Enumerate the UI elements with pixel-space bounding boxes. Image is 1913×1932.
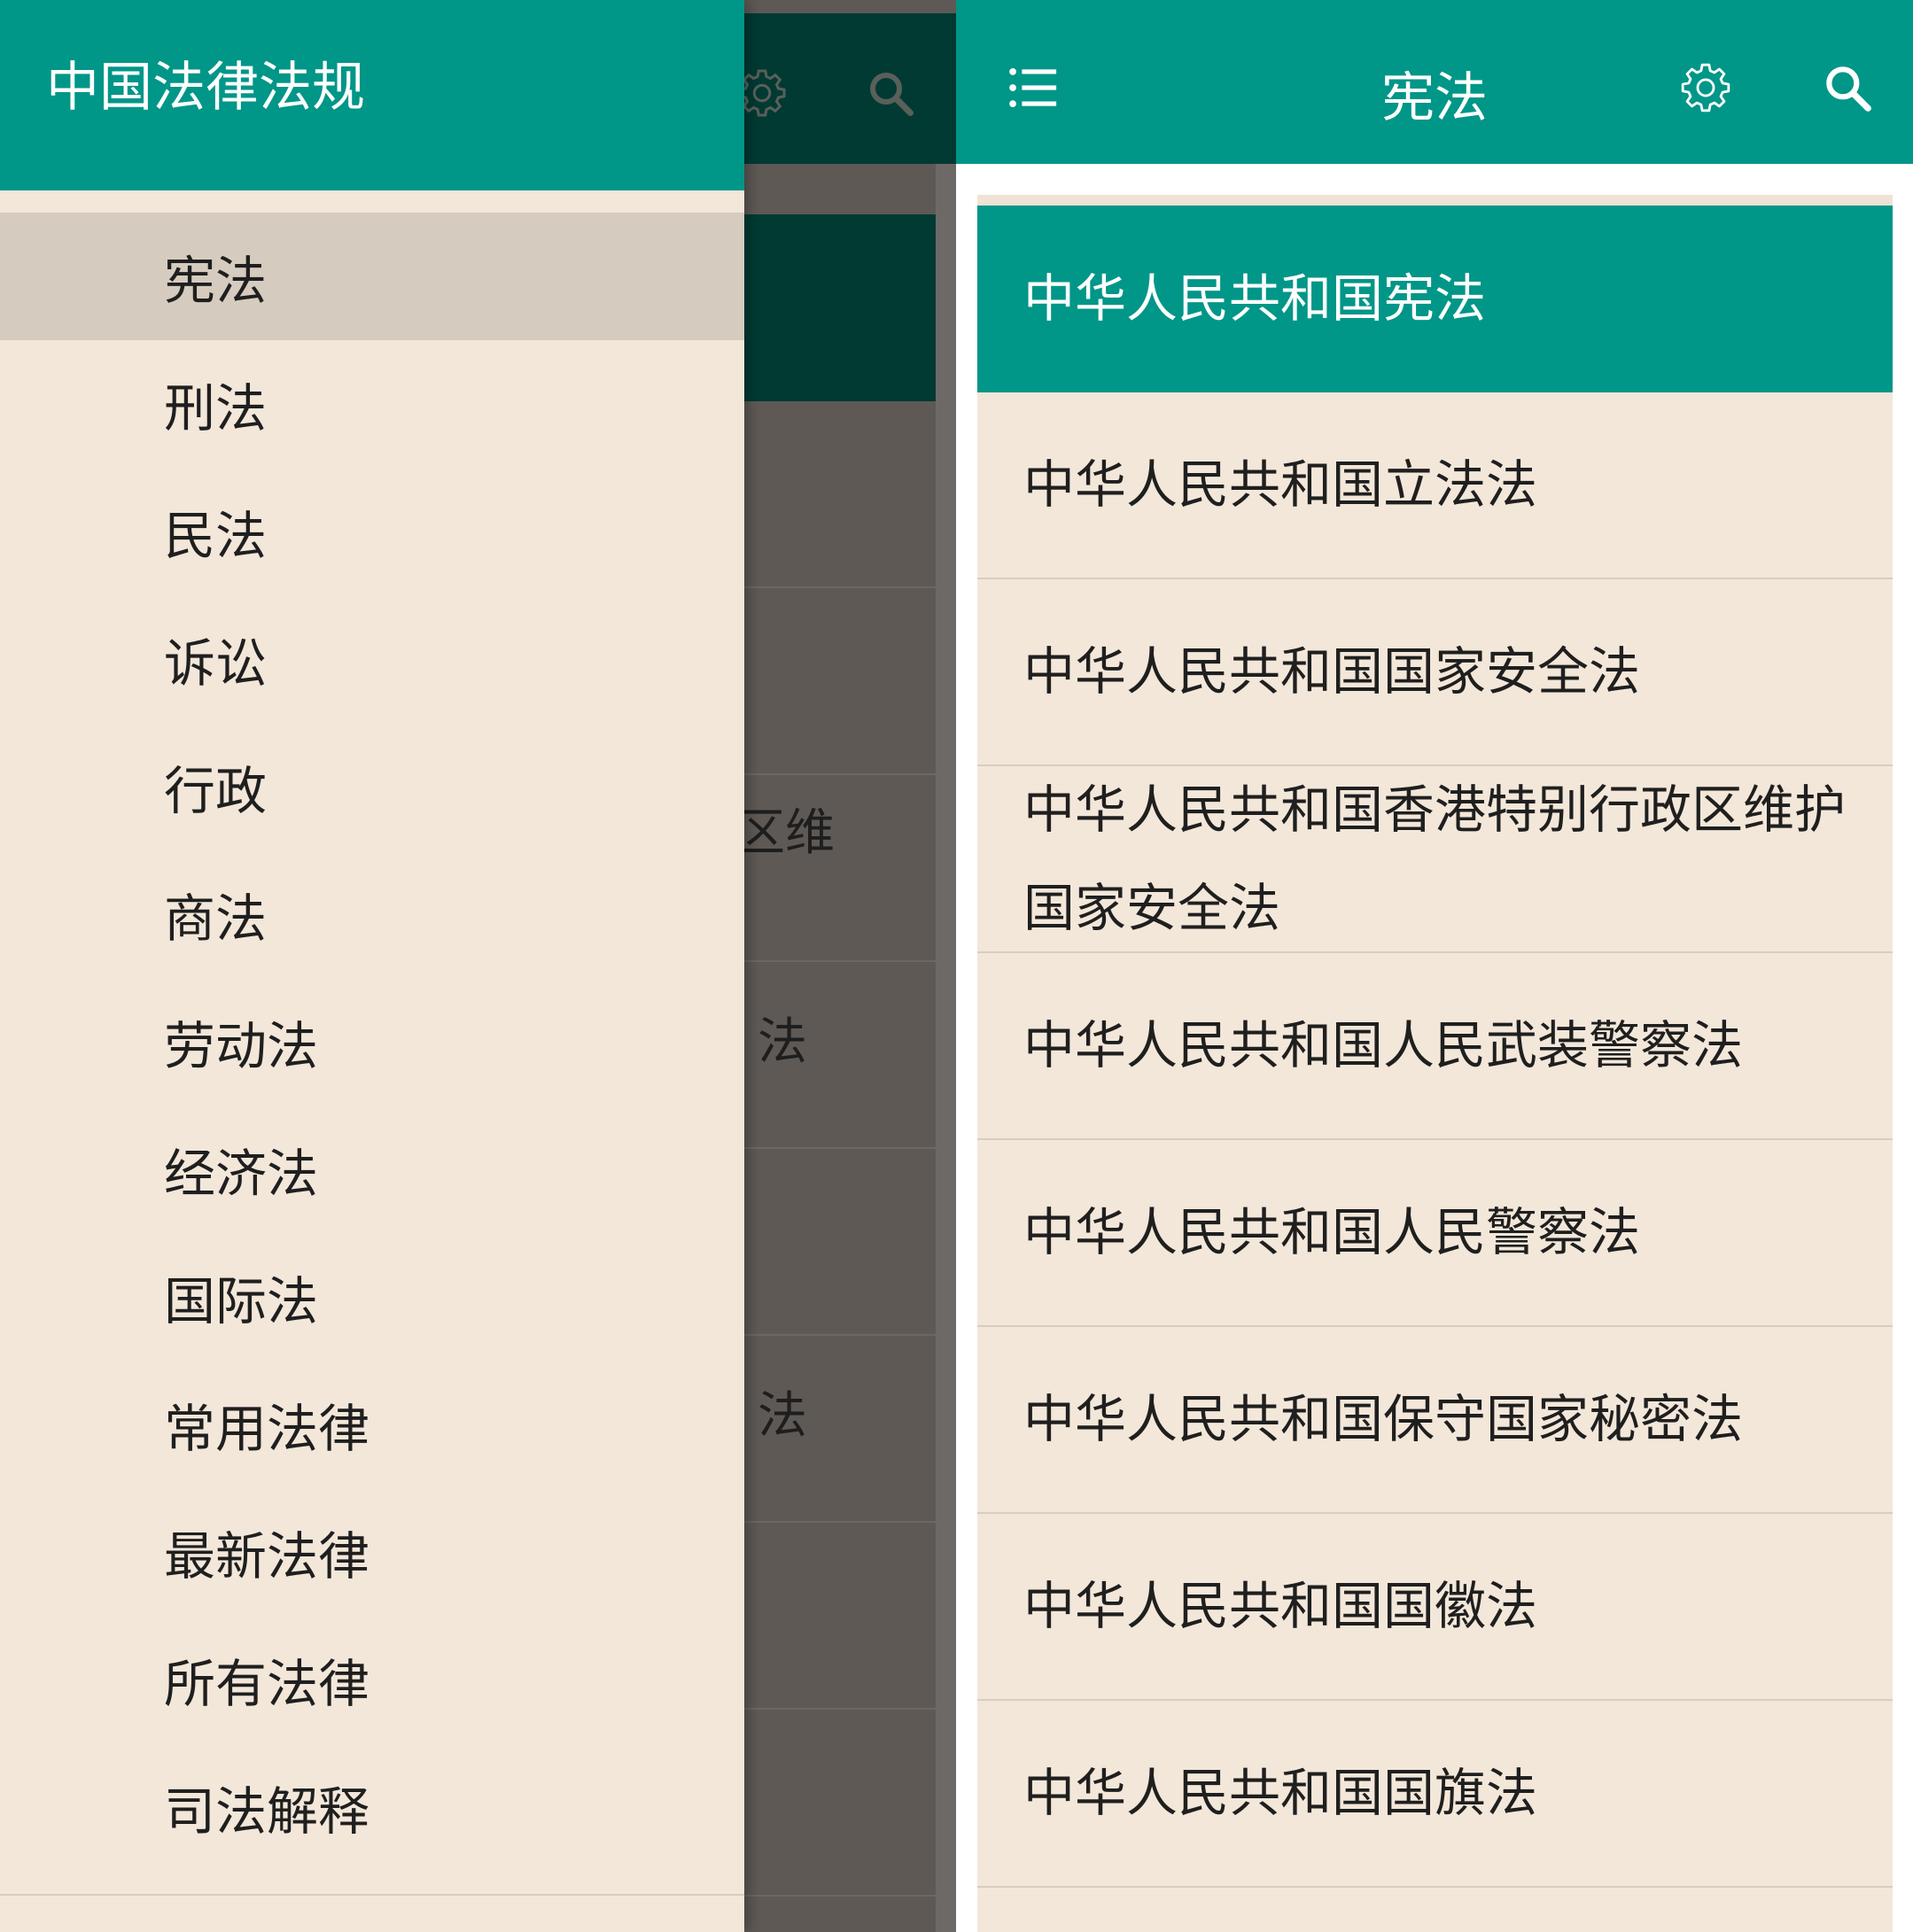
search-icon bbox=[870, 73, 914, 116]
drawer-title: 中国法律法规 bbox=[46, 57, 365, 119]
drawer-item-judicial-interpretation[interactable]: 司法解释 bbox=[0, 1743, 744, 1871]
dimmed-row-text: 区维 bbox=[735, 804, 835, 862]
list-item-title: 中华人民共和国国旗法 bbox=[1023, 1763, 1538, 1824]
law-list-screen: 宪法 中华人民共和国宪法 中华人民共和国立法法 中华人民共和国国家安全法 中华人… bbox=[956, 0, 1913, 1932]
gear-icon[interactable] bbox=[1678, 60, 1733, 115]
list-item-title: 中华人民共和国人民警察法 bbox=[1023, 1202, 1641, 1263]
law-list: 中华人民共和国宪法 中华人民共和国立法法 中华人民共和国国家安全法 中华人民共和… bbox=[977, 195, 1893, 1932]
list-item-title: 中华人民共和国香港特别行政区维护国家安全法 bbox=[1023, 780, 1847, 938]
drawer-item-litigation[interactable]: 诉讼 bbox=[0, 595, 744, 723]
drawer-item-criminal-law[interactable]: 刑法 bbox=[0, 340, 744, 468]
drawer-item-commercial-law[interactable]: 商法 bbox=[0, 850, 744, 978]
search-icon[interactable] bbox=[1820, 60, 1875, 115]
list-item-title: 中华人民共和国国徽法 bbox=[1023, 1576, 1538, 1637]
drawer-item-labor-law[interactable]: 劳动法 bbox=[0, 978, 744, 1106]
drawer-item-common-laws[interactable]: 常用法律 bbox=[0, 1361, 744, 1488]
list-item[interactable]: 中华人民共和国国旗法 bbox=[977, 1701, 1893, 1888]
list-item[interactable]: 中华人民共和国人民武装警察法 bbox=[977, 953, 1893, 1140]
list-item-title: 中华人民共和国人民武装警察法 bbox=[1023, 1015, 1744, 1076]
drawer-item-civil-law[interactable]: 民法 bbox=[0, 468, 744, 595]
dimmed-row-text: 法 bbox=[758, 1013, 807, 1071]
drawer-item-latest-laws[interactable]: 最新法律 bbox=[0, 1488, 744, 1616]
list-item[interactable]: 中华人民共和国人民警察法 bbox=[977, 1140, 1893, 1327]
list-item-title: 中华人民共和国立法法 bbox=[1023, 454, 1538, 516]
drawer-item-administrative[interactable]: 行政 bbox=[0, 723, 744, 850]
screenshot-stage: 区维 法 法 中国法律法规 宪法 刑法 民法 诉讼 行政 商法 劳动法 经济法 … bbox=[0, 0, 1913, 1932]
drawer-item-constitution[interactable]: 宪法 bbox=[0, 213, 744, 340]
list-item-title: 中华人民共和国宪法 bbox=[1023, 268, 1487, 330]
navigation-drawer: 中国法律法规 宪法 刑法 民法 诉讼 行政 商法 劳动法 经济法 国际法 常用法… bbox=[0, 0, 744, 1932]
drawer-item-economic-law[interactable]: 经济法 bbox=[0, 1106, 744, 1233]
list-item[interactable]: 中华人民共和国立法法 bbox=[977, 392, 1893, 579]
page-title: 宪法 bbox=[1381, 67, 1488, 129]
drawer-divider bbox=[0, 1894, 744, 1896]
list-item[interactable]: 中华人民共和国国家安全法 bbox=[977, 579, 1893, 766]
list-item[interactable]: 中华人民共和国香港特别行政区维护国家安全法 bbox=[977, 766, 1893, 953]
drawer-item-all-laws[interactable]: 所有法律 bbox=[0, 1616, 744, 1743]
list-item[interactable]: 中华人民共和国保守国家秘密法 bbox=[977, 1327, 1893, 1514]
list-item[interactable]: 中华人民共和国宪法 bbox=[977, 206, 1893, 392]
scrim-edge bbox=[936, 164, 956, 1932]
drawer-menu: 宪法 刑法 民法 诉讼 行政 商法 劳动法 经济法 国际法 常用法律 最新法律 … bbox=[0, 213, 744, 1871]
drawer-header: 中国法律法规 bbox=[0, 0, 744, 190]
app-bar: 宪法 bbox=[956, 0, 1913, 164]
dimmed-row-text: 法 bbox=[758, 1387, 807, 1445]
list-item[interactable]: 中华人民共和国国徽法 bbox=[977, 1514, 1893, 1701]
drawer-open-screen: 区维 法 法 中国法律法规 宪法 刑法 民法 诉讼 行政 商法 劳动法 经济法 … bbox=[0, 0, 956, 1932]
list-top-strip bbox=[977, 195, 1893, 206]
list-item-title: 中华人民共和国国家安全法 bbox=[1023, 641, 1641, 702]
drawer-item-international-law[interactable]: 国际法 bbox=[0, 1233, 744, 1361]
list-item-title: 中华人民共和国保守国家秘密法 bbox=[1023, 1389, 1744, 1450]
